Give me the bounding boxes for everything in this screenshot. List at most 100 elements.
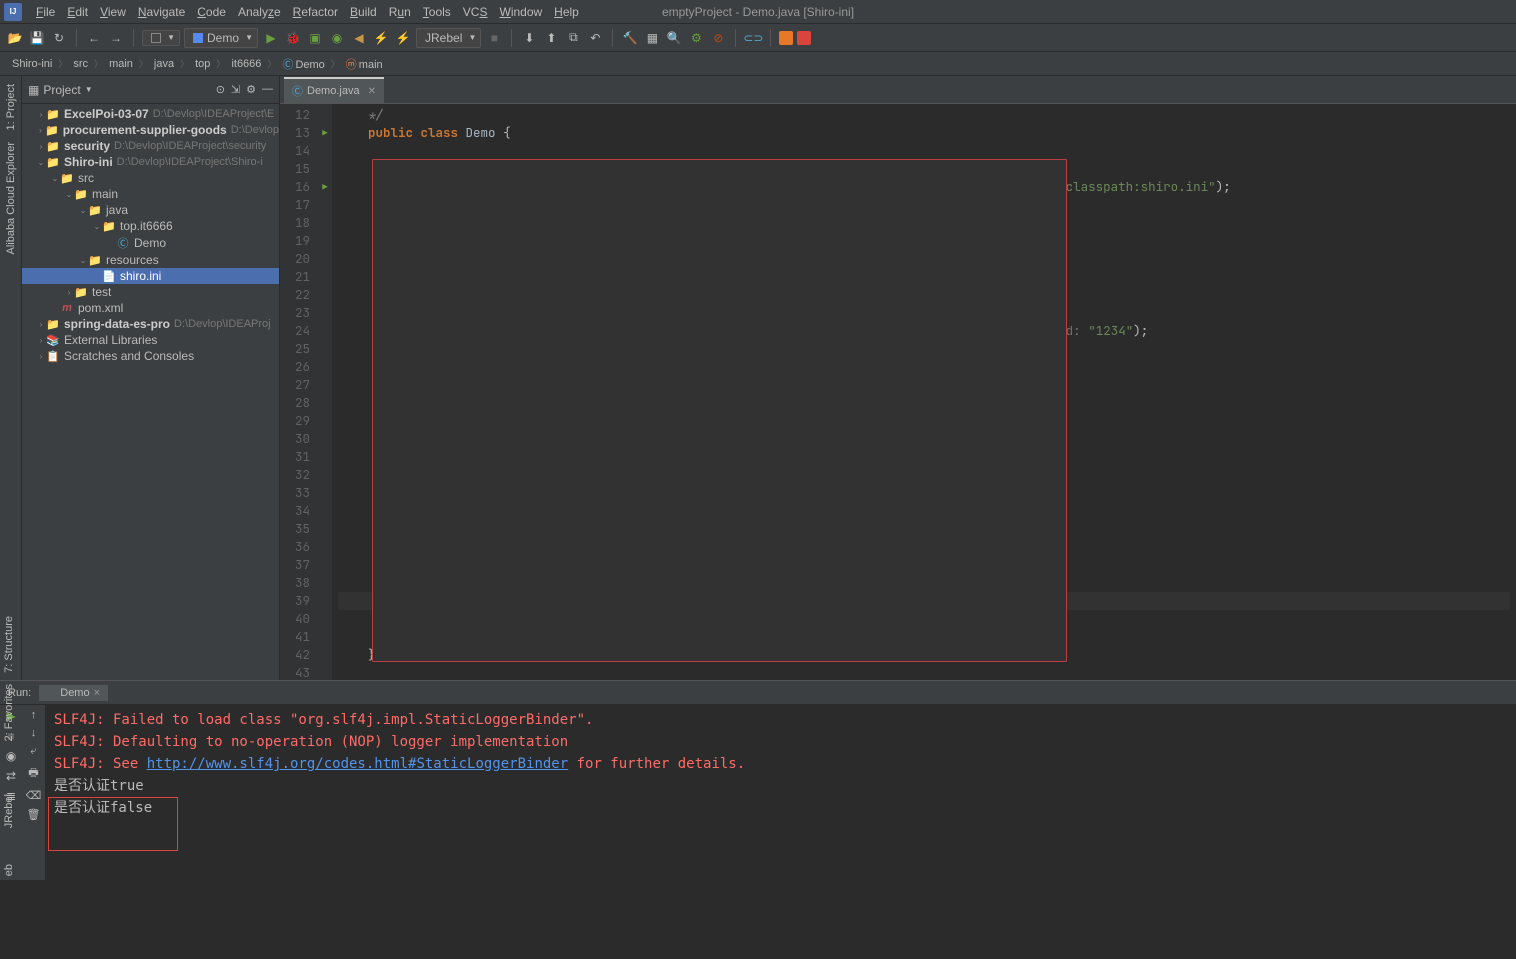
open-icon[interactable]: 📂 [6, 29, 24, 47]
print-icon[interactable]: 🖶 [28, 764, 38, 783]
clear-icon[interactable]: ⌫ [26, 789, 42, 802]
debug-icon[interactable]: 🐞 [284, 29, 302, 47]
editor-tab-demo[interactable]: ⒸDemo.java✕ [284, 77, 384, 103]
runconf-select[interactable]: Demo▼ [184, 28, 258, 48]
tree-node[interactable]: ⌄📁resources [22, 252, 279, 268]
lefttab-alibaba[interactable]: Alibaba Cloud Explorer [5, 142, 17, 255]
tree-node[interactable]: ⌄📁java [22, 202, 279, 218]
editor-tabs: ⒸDemo.java✕ [280, 76, 1516, 104]
project-panel: ▦ Project ▼ ⊙ ⇲ ⚙ — ›📁ExcelPoi-03-07D:\D… [22, 76, 280, 680]
down-icon[interactable]: ↓ [31, 727, 37, 739]
menu-run[interactable]: Run [383, 3, 417, 21]
tree-node[interactable]: ⒸDemo [22, 234, 279, 252]
tree-node[interactable]: mpom.xml [22, 300, 279, 316]
menu-view[interactable]: View [94, 3, 132, 21]
vcs-commit-icon[interactable]: ⬆ [542, 29, 560, 47]
tree-node[interactable]: ›📁ExcelPoi-03-07D:\Devlop\IDEAProject\E [22, 106, 279, 122]
crumb-5[interactable]: it6666 [227, 58, 265, 70]
tree-node[interactable]: ›📁test [22, 284, 279, 300]
crumb-6[interactable]: ⒸDemo [278, 56, 328, 72]
hammer-icon[interactable]: 🔨 [621, 29, 639, 47]
menu-code[interactable]: Code [191, 3, 232, 21]
lefttab-jrebel[interactable]: JRebel [0, 790, 18, 832]
gear-icon[interactable]: ⚙ [246, 83, 256, 96]
hide-icon[interactable]: — [262, 83, 273, 96]
undo-icon[interactable]: ← [85, 29, 103, 47]
tree-node[interactable]: ›📁procurement-supplier-goodsD:\Devlop [22, 122, 279, 138]
tree-node[interactable]: ⌄📁top.it6666 [22, 218, 279, 234]
trash-icon[interactable]: 🗑 [27, 808, 41, 821]
menubar: IJ File Edit View Navigate Code Analyze … [0, 0, 1516, 24]
jrebel-icon[interactable]: ⚡ [372, 29, 390, 47]
lefttab-eb[interactable]: eb [0, 860, 18, 880]
menu-navigate[interactable]: Navigate [132, 3, 191, 21]
menu-help[interactable]: Help [548, 3, 585, 21]
tree-node[interactable]: ›📁spring-data-es-proD:\Devlop\IDEAProj [22, 316, 279, 332]
crumb-4[interactable]: top [191, 58, 214, 70]
menu-vcs[interactable]: VCS [457, 3, 494, 21]
tree-node[interactable]: ›📁securityD:\Devlop\IDEAProject\security [22, 138, 279, 154]
project-tree[interactable]: ›📁ExcelPoi-03-07D:\Devlop\IDEAProject\E›… [22, 104, 279, 680]
menu-file[interactable]: File [30, 3, 61, 21]
code-area[interactable]: 1213141516171819202122232425262728293031… [280, 104, 1516, 680]
struct-icon[interactable]: ▦ [643, 29, 661, 47]
stop-icon[interactable]: ■ [485, 29, 503, 47]
menu-analyze[interactable]: Analyze [232, 3, 287, 21]
app-logo: IJ [4, 3, 22, 21]
crumb-2[interactable]: main [105, 58, 137, 70]
lefttab-project[interactable]: 1: Project [5, 84, 17, 130]
menu-edit[interactable]: Edit [61, 3, 94, 21]
up-icon[interactable]: ↑ [31, 709, 37, 721]
vcs-revert-icon[interactable]: ↶ [586, 29, 604, 47]
alibaba-icon[interactable]: ⊂⊃ [744, 29, 762, 47]
jrebel-select[interactable]: JRebel▼ [416, 28, 481, 48]
collapse-icon[interactable]: ⇲ [231, 83, 240, 96]
tree-node[interactable]: ⌄📁src [22, 170, 279, 186]
search-icon[interactable]: 🔍 [665, 29, 683, 47]
tree-node[interactable]: ⌄📁Shiro-iniD:\Devlop\IDEAProject\Shiro-i [22, 154, 279, 170]
lefttab-favorites[interactable]: 2: Favorites [0, 680, 18, 745]
stop2-icon[interactable]: ⊘ [709, 29, 727, 47]
lefttab-structure[interactable]: 7: Structure [0, 612, 18, 677]
run-settings-icon[interactable]: ⇄ [6, 769, 16, 783]
console-output[interactable]: SLF4J: Failed to load class "org.slf4j.i… [46, 705, 1516, 880]
crumb-7[interactable]: ⓜmain [342, 56, 387, 72]
crumb-1[interactable]: src [69, 58, 92, 70]
attach-icon[interactable]: ◀ [350, 29, 368, 47]
menu-tools[interactable]: Tools [417, 3, 457, 21]
run-attach-icon[interactable]: ◉ [6, 749, 16, 763]
tree-node[interactable]: ⌄📁main [22, 186, 279, 202]
save-icon[interactable]: 💾 [28, 29, 46, 47]
menu-refactor[interactable]: Refactor [287, 3, 344, 21]
locate-icon[interactable]: ⊙ [216, 83, 225, 96]
vcs-history-icon[interactable]: ⧉ [564, 29, 582, 47]
coverage-icon[interactable]: ▣ [306, 29, 324, 47]
crumb-3[interactable]: java [150, 58, 178, 70]
crumb-0[interactable]: Shiro-ini [8, 58, 56, 70]
plugin2-icon[interactable] [797, 31, 811, 45]
tree-node[interactable]: 📄shiro.ini [22, 268, 279, 284]
editor: ⒸDemo.java✕ 1213141516171819202122232425… [280, 76, 1516, 680]
vcs-update-icon[interactable]: ⬇ [520, 29, 538, 47]
run-toolbar-left2: ↑ ↓ ⤶ 🖶 ⌫ 🗑 [22, 705, 46, 880]
build-select[interactable]: ▼ [142, 30, 180, 46]
breadcrumb: Shiro-ini〉 src〉 main〉 java〉 top〉 it6666〉… [0, 52, 1516, 76]
run-tab[interactable]: Demo × [39, 685, 108, 701]
menu-build[interactable]: Build [344, 3, 383, 21]
plugin1-icon[interactable] [779, 31, 793, 45]
tree-node[interactable]: ›📋Scratches and Consoles [22, 348, 279, 364]
run-icon[interactable]: ▶ [262, 29, 280, 47]
wrap-icon[interactable]: ⤶ [30, 745, 36, 758]
close-tab-icon[interactable]: ✕ [368, 86, 376, 97]
jrebel2-icon[interactable]: ⚡ [394, 29, 412, 47]
redo-icon[interactable]: → [107, 29, 125, 47]
project-title: Project [43, 83, 80, 97]
profile-icon[interactable]: ◉ [328, 29, 346, 47]
run-header: Run: Demo × [0, 681, 1516, 705]
menu-window[interactable]: Window [493, 3, 548, 21]
refresh-icon[interactable]: ↻ [50, 29, 68, 47]
settings-icon[interactable]: ⚙ [687, 29, 705, 47]
window-title: emptyProject - Demo.java [Shiro-ini] [662, 5, 854, 19]
tree-node[interactable]: ›📚External Libraries [22, 332, 279, 348]
run-panel: Run: Demo × ▶ ■ ◉ ⇄ ≣ ↑ ↓ ⤶ 🖶 ⌫ 🗑 SLF4J:… [0, 680, 1516, 880]
